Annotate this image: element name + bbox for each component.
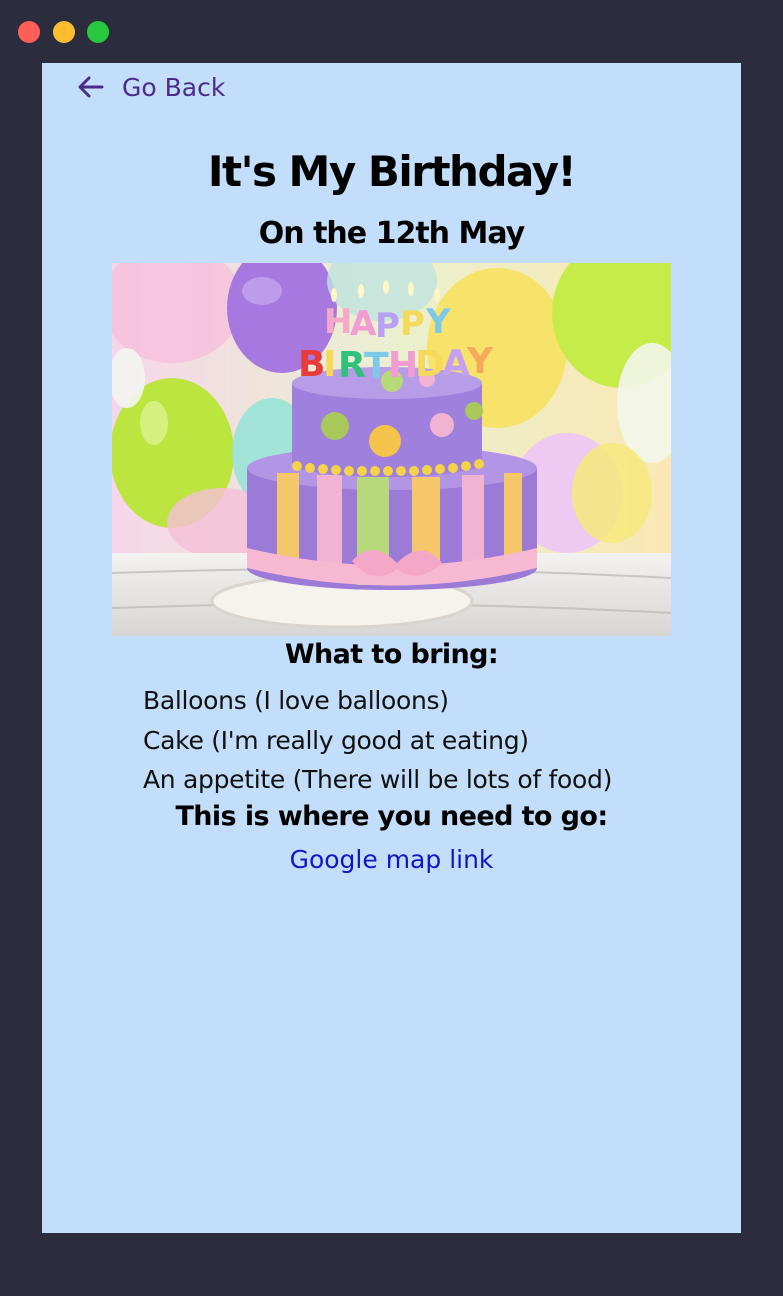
- svg-text:P: P: [375, 306, 400, 346]
- birthday-cake-photo: H A P P Y B I R T H D A Y: [112, 263, 671, 636]
- window-minimize-button[interactable]: [53, 21, 75, 43]
- svg-text:H: H: [324, 302, 352, 342]
- arrow-left-icon: [78, 76, 104, 98]
- what-to-bring-heading: What to bring:: [284, 639, 499, 670]
- svg-text:H: H: [388, 345, 418, 386]
- window-close-button[interactable]: [18, 21, 40, 43]
- window-maximize-button[interactable]: [87, 21, 109, 43]
- go-back-link[interactable]: Go Back: [78, 71, 225, 103]
- svg-text:Y: Y: [425, 302, 451, 342]
- page-title: It's My Birthday!: [207, 147, 577, 196]
- list-item: Cake (I'm really good at eating): [143, 725, 529, 755]
- svg-text:B: B: [298, 344, 325, 385]
- svg-text:D: D: [415, 344, 445, 385]
- svg-text:P: P: [400, 304, 425, 344]
- list-item: An appetite (There will be lots of food): [143, 765, 613, 794]
- svg-text:Y: Y: [466, 341, 494, 382]
- google-map-link[interactable]: Google map link: [42, 845, 741, 874]
- svg-text:A: A: [350, 304, 377, 344]
- svg-text:T: T: [364, 346, 389, 387]
- go-back-label: Go Back: [122, 72, 226, 102]
- svg-text:I: I: [323, 344, 336, 385]
- svg-text:R: R: [338, 345, 366, 386]
- page-subtitle: On the 12th May: [258, 216, 525, 251]
- where-to-go-heading: This is where you need to go:: [175, 801, 608, 832]
- page-content: Go Back It's My Birthday! On the 12th Ma…: [42, 63, 741, 1233]
- list-item: Balloons (I love balloons): [143, 686, 449, 715]
- what-to-bring-list: Balloons (I love balloons) Cake (I'm rea…: [143, 681, 612, 800]
- svg-text:A: A: [442, 343, 470, 384]
